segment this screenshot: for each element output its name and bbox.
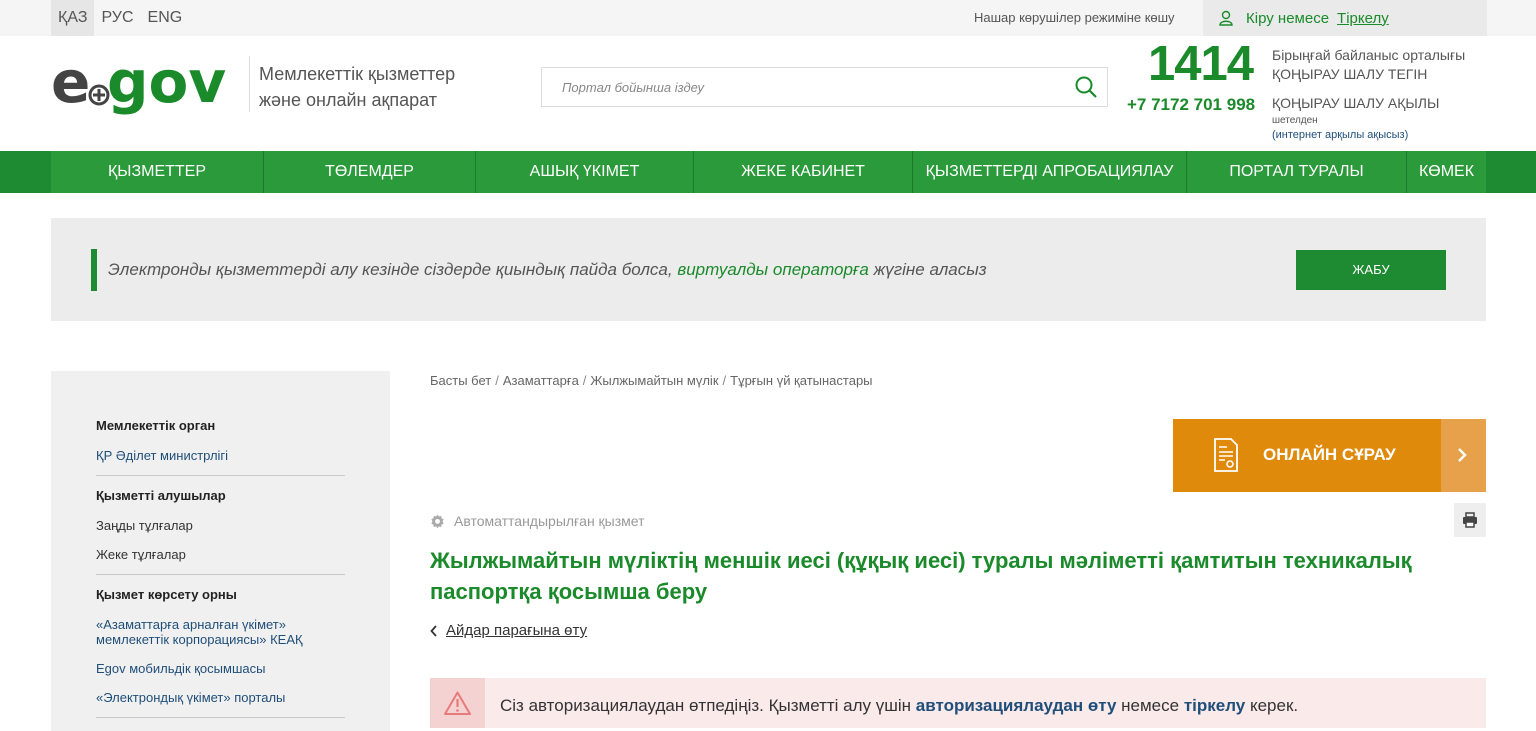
breadcrumb: Басты бет / Азаматтарға / Жылжымайтын мүлік /… [430, 373, 873, 388]
notice-message: Электронды қызметтерді алу кезінде сізде… [108, 260, 987, 279]
auth-warning-text: Сіз авторизациялаудан өтпедіңіз. Қызметт… [500, 696, 1299, 715]
breadcrumb-separator: / [495, 373, 499, 388]
login-link[interactable]: Кіру немесе [1246, 10, 1329, 27]
automated-service-label: Автоматтандырылған қызмет [430, 513, 645, 529]
phone-number: +7 7172 701 998 [1127, 95, 1256, 114]
print-button[interactable] [1454, 503, 1486, 537]
register-link[interactable]: Тіркелу [1337, 10, 1389, 27]
authorize-link[interactable]: авторизациялаудан өту [916, 696, 1117, 715]
online-request-label: ОНЛАЙН СҰРАУ [1263, 445, 1396, 464]
nav-services-approbation[interactable]: ҚЫЗМЕТТЕРДІ АПРОБАЦИЯЛАУ [913, 151, 1187, 193]
breadcrumb-real-estate[interactable]: Жылжымайтын мүлік [590, 373, 718, 388]
search-input[interactable] [542, 68, 1042, 106]
sidebar-divider [96, 475, 345, 476]
service-place-corporation[interactable]: «Азаматтарға арналған үкімет» мемлекетті… [96, 617, 303, 647]
warning-icon [444, 691, 471, 715]
paid-call-label: ҚОҢЫРАУ ШАЛУ АҚЫЛЫ [1272, 95, 1440, 111]
virtual-operator-link[interactable]: виртуалды операторға [677, 260, 868, 279]
low-vision-link[interactable]: Нашар көрушілер режиміне көшу [974, 10, 1175, 25]
close-notice-button[interactable]: ЖАБУ [1296, 250, 1446, 290]
breadcrumb-separator: / [722, 373, 727, 388]
nav-personal-cabinet[interactable]: ЖЕКЕ КАБИНЕТ [694, 151, 913, 193]
login-box: Кіру немесе Тіркелу [1203, 0, 1487, 36]
search-icon[interactable] [1074, 75, 1098, 99]
back-to-passport-link[interactable]: Айдар парағына өту [430, 622, 587, 639]
breadcrumb-separator: / [582, 373, 587, 388]
online-request-button[interactable]: ОНЛАЙН СҰРАУ [1173, 419, 1486, 492]
lang-rus[interactable]: РУС [94, 0, 140, 36]
egov-logo[interactable]: e gov [51, 48, 241, 123]
virtual-operator-notice: Электронды қызметтерді алу кезінде сізде… [51, 218, 1486, 321]
hotline-number: 1414 [1148, 37, 1254, 91]
nav-services[interactable]: ҚЫЗМЕТТЕР [51, 151, 264, 193]
svg-text:e: e [51, 52, 90, 116]
lang-eng[interactable]: ENG [141, 0, 190, 36]
nav-help[interactable]: КӨМЕК [1407, 151, 1486, 193]
chevron-right-icon [1458, 448, 1467, 462]
sidebar-divider [96, 574, 345, 575]
language-switcher: ҚАЗ РУС ENG [51, 0, 189, 36]
top-bar: ҚАЗ РУС ENG Нашар көрушілер режиміне көш… [0, 0, 1536, 36]
recipients-heading: Қызметті алушылар [96, 488, 226, 503]
recipient-legal: Заңды тұлғалар [96, 518, 193, 533]
service-place-portal[interactable]: «Электрондық үкімет» порталы [96, 690, 285, 705]
service-place-heading: Қызмет көрсету орны [96, 587, 237, 602]
search-box [541, 67, 1108, 107]
breadcrumb-citizens[interactable]: Азаматтарға [503, 373, 579, 388]
abroad-label: шетелден [1272, 115, 1318, 126]
service-sidebar: Мемлекеттік орган ҚР Әділет министрлігі … [51, 371, 390, 731]
chevron-left-icon [430, 624, 437, 637]
service-place-mobile-app[interactable]: Egov мобильдік қосымшасы [96, 661, 265, 676]
internet-free-label: (интернет арқылы ақысыз) [1272, 129, 1409, 141]
logo-divider [249, 56, 250, 112]
lang-kaz[interactable]: ҚАЗ [51, 0, 95, 36]
register-link-alert[interactable]: тіркелу [1184, 696, 1245, 715]
notice-accent-bar [91, 249, 97, 291]
nav-open-government[interactable]: АШЫҚ ҮКІМЕТ [476, 151, 694, 193]
site-tagline: Мемлекеттік қызметтер және онлайн ақпара… [259, 64, 456, 110]
warning-icon-zone [430, 678, 485, 728]
printer-icon [1463, 512, 1477, 528]
gear-icon [431, 513, 444, 528]
svg-text:gov: gov [107, 52, 226, 116]
document-icon [1214, 438, 1238, 472]
breadcrumb-housing[interactable]: Тұрғын үй қатынастары [730, 373, 872, 388]
nav-about-portal[interactable]: ПОРТАЛ ТУРАЛЫ [1187, 151, 1407, 193]
recipient-individual: Жеке тұлғалар [96, 547, 186, 562]
gov-body-link[interactable]: ҚР Әділет министрлігі [96, 448, 228, 463]
service-title: Жылжымайтын мүліктің меншік иесі (құқық … [430, 548, 1412, 604]
breadcrumb-home[interactable]: Басты бет [430, 373, 491, 388]
gov-body-heading: Мемлекеттік орган [96, 418, 216, 433]
sidebar-divider [96, 717, 345, 718]
auth-warning: Сіз авторизациялаудан өтпедіңіз. Қызметт… [430, 678, 1486, 728]
nav-payments[interactable]: ТӨЛЕМДЕР [264, 151, 476, 193]
hotline-description: Бірыңғай байланыс орталығы ҚОҢЫРАУ ШАЛУ … [1272, 47, 1466, 82]
main-nav: ҚЫЗМЕТТЕР ТӨЛЕМДЕР АШЫҚ ҮКІМЕТ ЖЕКЕ КАБИ… [0, 151, 1536, 193]
online-request-arrow [1441, 419, 1486, 492]
user-icon [1219, 10, 1233, 26]
